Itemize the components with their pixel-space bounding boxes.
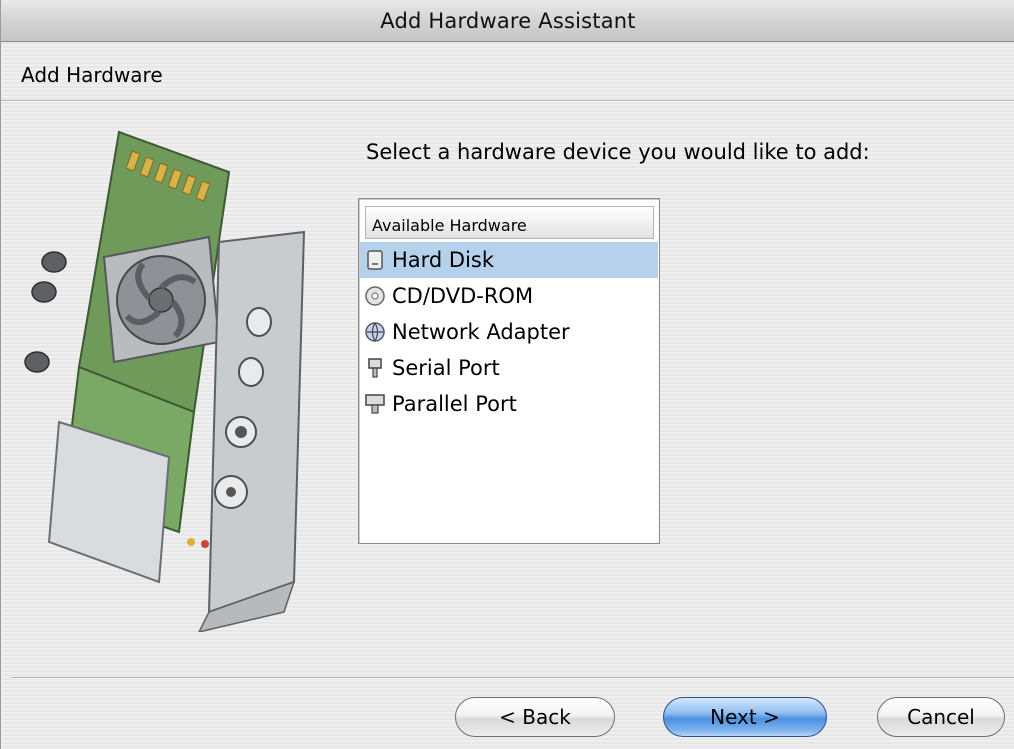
hardware-list[interactable]: Available Hardware Hard Disk CD/DVD-ROM (358, 198, 660, 544)
hard-disk-icon (367, 250, 383, 270)
list-item-label: CD/DVD-ROM (392, 284, 534, 308)
cancel-button[interactable]: Cancel (877, 697, 1005, 737)
list-item-label: Network Adapter (392, 320, 570, 344)
add-hardware-window: Add Hardware Assistant Add Hardware Sele… (0, 0, 1014, 749)
parallel-port-icon (365, 394, 385, 414)
list-item-label: Parallel Port (392, 392, 517, 416)
window-title: Add Hardware Assistant (380, 8, 636, 33)
network-adapter-icon (365, 322, 385, 342)
hardware-card-illustration (24, 130, 306, 632)
list-item-cd-dvd[interactable]: CD/DVD-ROM (360, 278, 658, 314)
list-item-network-adapter[interactable]: Network Adapter (360, 314, 658, 350)
back-button[interactable]: < Back (455, 697, 615, 737)
list-item-hard-disk[interactable]: Hard Disk (360, 242, 658, 278)
page-header: Add Hardware (1, 43, 1014, 101)
list-item-serial-port[interactable]: Serial Port (360, 350, 658, 386)
title-bar[interactable]: Add Hardware Assistant (1, 0, 1014, 42)
list-item-parallel-port[interactable]: Parallel Port (360, 386, 658, 422)
list-item-label: Serial Port (392, 356, 500, 380)
footer-separator (11, 677, 1014, 679)
list-column-header[interactable]: Available Hardware (365, 206, 654, 239)
instruction-text: Select a hardware device you would like … (366, 140, 870, 164)
next-button[interactable]: Next > (663, 697, 827, 737)
cd-dvd-icon (365, 286, 385, 306)
serial-port-icon (368, 358, 382, 378)
list-item-label: Hard Disk (392, 248, 495, 272)
page-title: Add Hardware (21, 63, 163, 87)
